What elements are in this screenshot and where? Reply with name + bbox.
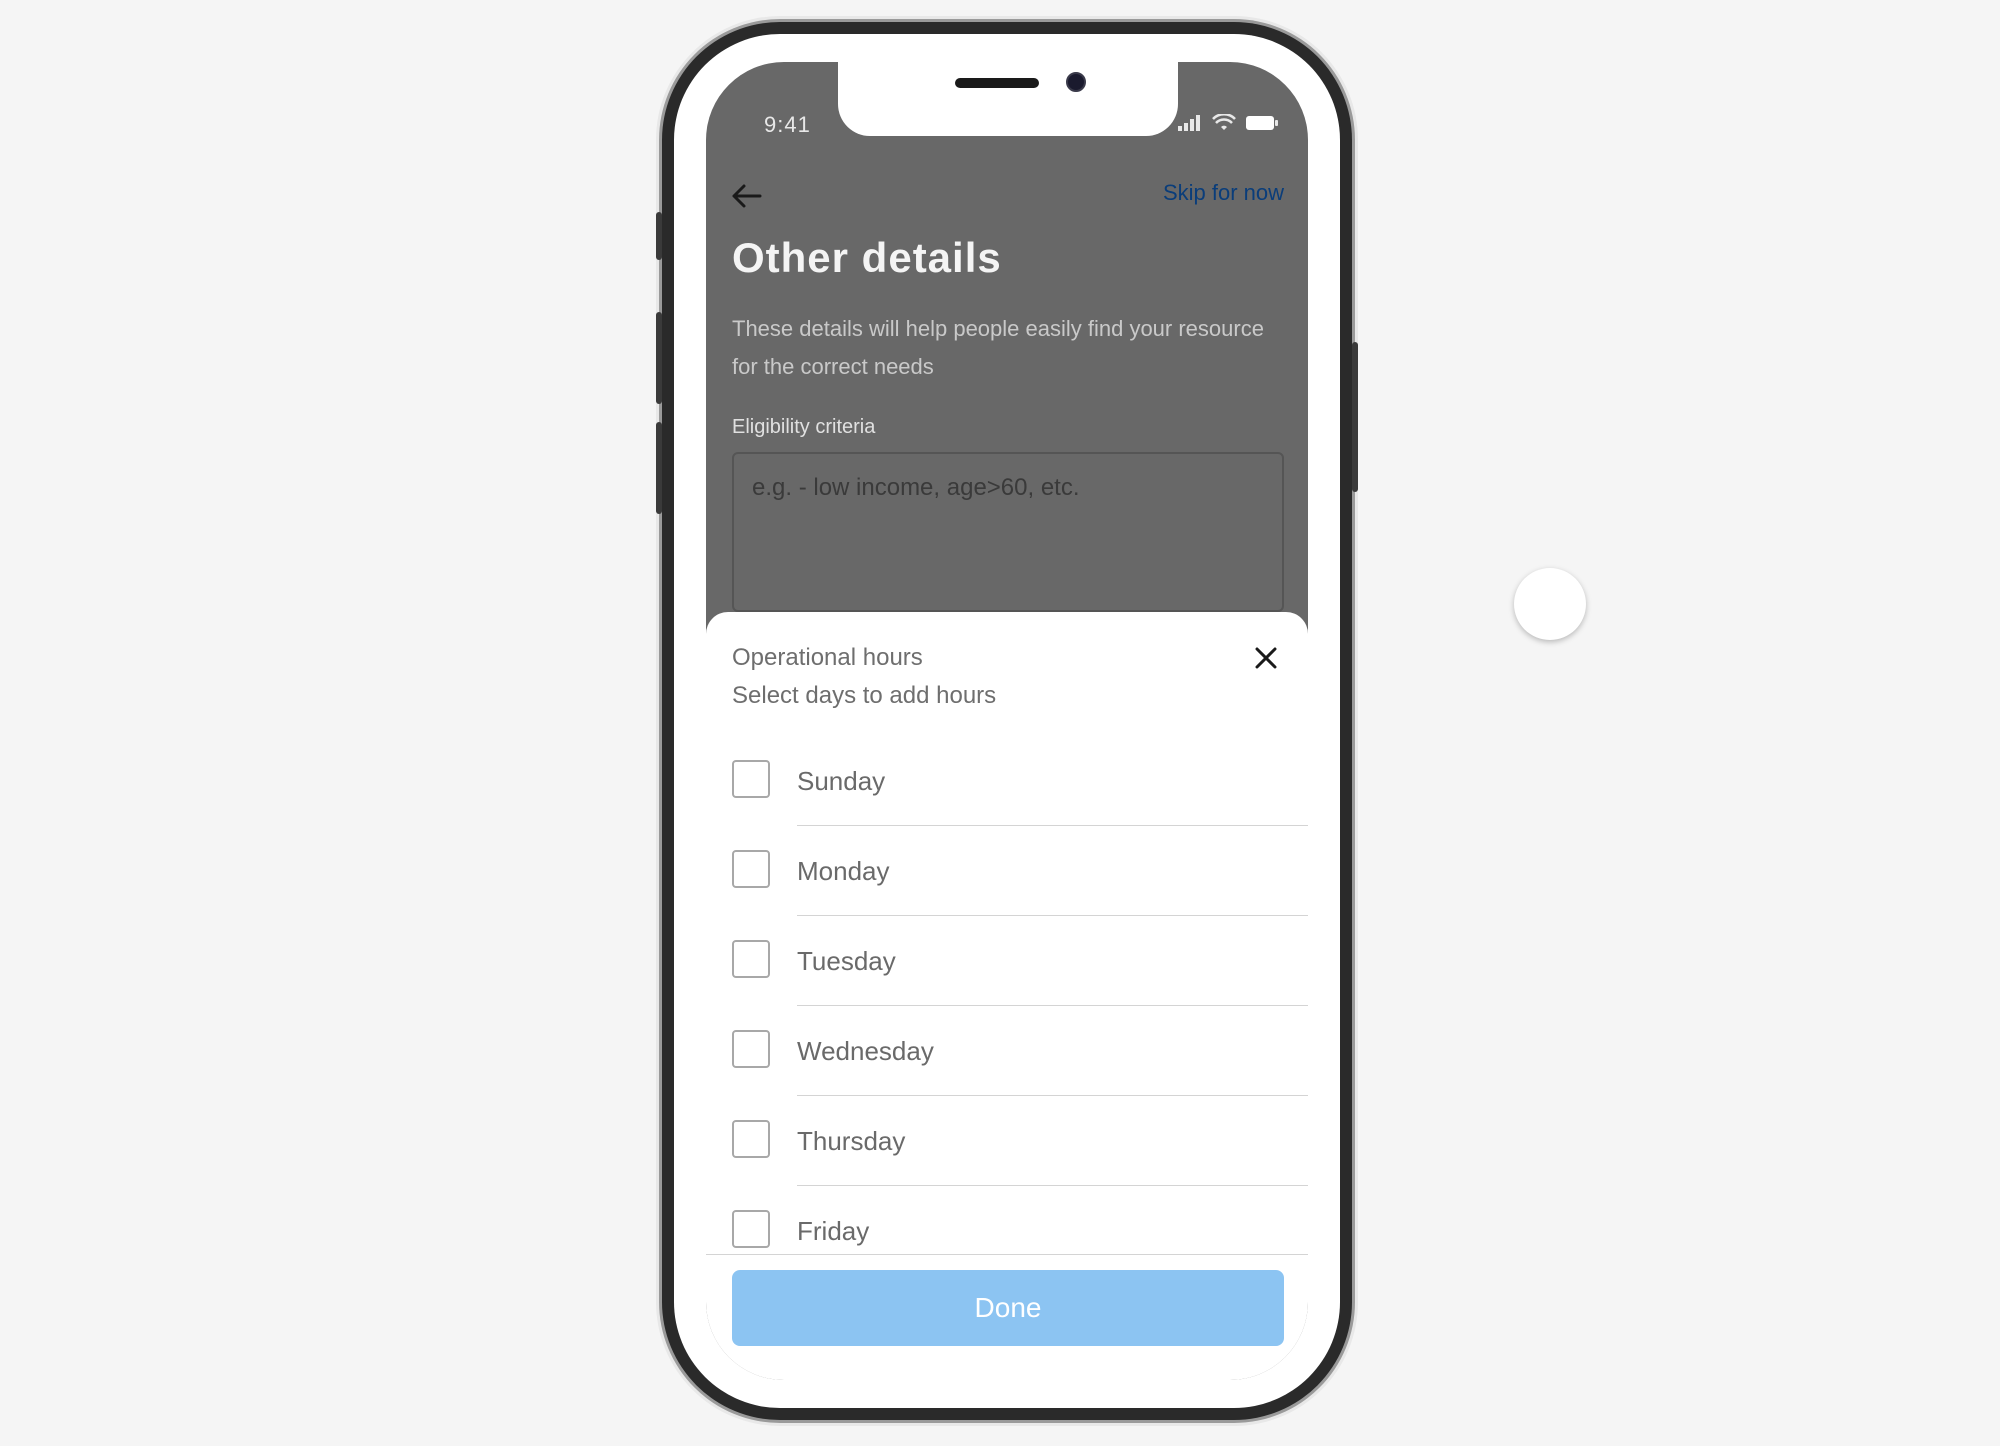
monday-label: Monday <box>797 856 890 886</box>
day-row-tuesday[interactable]: Tuesday <box>706 916 1308 1006</box>
power-button <box>1352 342 1358 492</box>
wednesday-label: Wednesday <box>797 1036 934 1066</box>
sunday-checkbox[interactable] <box>732 760 770 798</box>
wednesday-checkbox[interactable] <box>732 1030 770 1068</box>
page-title: Other details <box>732 234 1002 281</box>
monday-checkbox[interactable] <box>732 850 770 888</box>
sheet-title: Operational hours <box>732 644 923 671</box>
days-list: Sunday Monday Tuesday Wednesday Thursday… <box>706 736 1308 1254</box>
skip-for-now-link[interactable]: Skip for now <box>1163 180 1284 206</box>
status-time: 9:41 <box>764 112 811 137</box>
day-row-wednesday[interactable]: Wednesday <box>706 1006 1308 1096</box>
phone-screen: 9:41 Skip for now Other details These de… <box>706 62 1308 1380</box>
phone-frame: 9:41 Skip for now Other details These de… <box>656 22 1358 1420</box>
day-row-sunday[interactable]: Sunday <box>706 736 1308 826</box>
silent-switch <box>656 212 662 260</box>
status-icons <box>1178 114 1278 132</box>
stage: 9:41 Skip for now Other details These de… <box>0 0 2000 1446</box>
eligibility-label: Eligibility criteria <box>732 416 876 438</box>
volume-up-button <box>656 312 662 404</box>
day-row-monday[interactable]: Monday <box>706 826 1308 916</box>
day-row-friday[interactable]: Friday <box>706 1186 1308 1254</box>
sunday-label: Sunday <box>797 766 886 796</box>
front-camera <box>1066 72 1086 92</box>
speaker-grille <box>955 78 1039 88</box>
back-arrow-icon[interactable] <box>726 176 766 216</box>
wifi-icon <box>1212 114 1236 130</box>
sheet-subtitle: Select days to add hours <box>732 682 997 709</box>
eligibility-field[interactable]: e.g. - low income, age>60, etc. <box>732 452 1284 612</box>
page-description: These details will help people easily fi… <box>732 316 1264 379</box>
friday-checkbox[interactable] <box>732 1210 770 1248</box>
footer-divider <box>706 1254 1308 1255</box>
tuesday-checkbox[interactable] <box>732 940 770 978</box>
operational-hours-sheet: Operational hours Select days to add hou… <box>706 612 1308 1380</box>
signal-icon <box>1178 115 1200 131</box>
day-row-thursday[interactable]: Thursday <box>706 1096 1308 1186</box>
tuesday-label: Tuesday <box>797 946 896 976</box>
friday-label: Friday <box>797 1216 870 1246</box>
notch <box>838 62 1178 136</box>
thursday-label: Thursday <box>797 1126 906 1156</box>
volume-down-button <box>656 422 662 514</box>
eligibility-placeholder: e.g. - low income, age>60, etc. <box>752 474 1080 501</box>
done-button[interactable]: Done <box>732 1270 1284 1346</box>
thursday-checkbox[interactable] <box>732 1120 770 1158</box>
close-icon[interactable] <box>1250 642 1282 674</box>
assistive-touch-button[interactable] <box>1514 568 1586 640</box>
battery-icon <box>1246 116 1278 130</box>
